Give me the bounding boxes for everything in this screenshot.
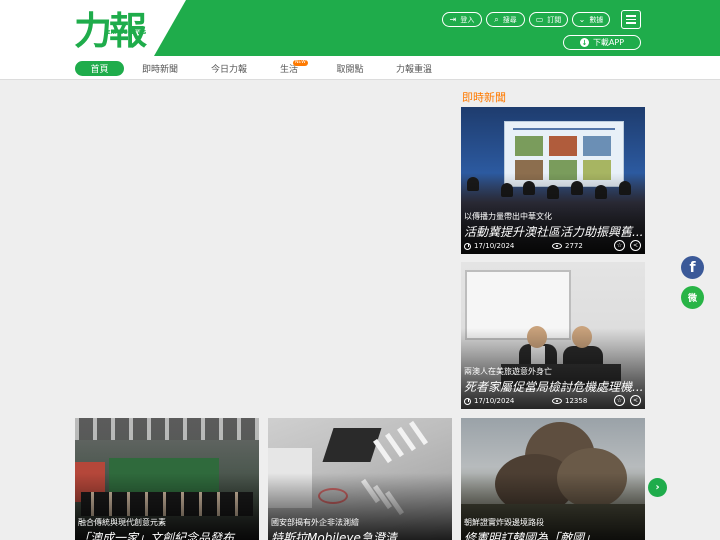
share-icon[interactable]: < <box>630 240 641 251</box>
facebook-icon[interactable]: f <box>681 256 704 279</box>
image-detail <box>583 136 611 156</box>
download-icon: ↓ <box>579 38 589 47</box>
news-card[interactable]: 朝鮮證實炸毀邊境路段 修憲明訂韓國為「敵國」 <box>461 418 645 540</box>
wechat-icon[interactable]: 微 <box>681 286 704 309</box>
image-detail <box>515 136 543 156</box>
news-headline[interactable]: 修憲明訂韓國為「敵國」 <box>464 529 642 540</box>
logo-subtext: EXMOO NEWS <box>107 30 147 36</box>
download-app-label: 下載APP <box>592 38 625 47</box>
eye-icon <box>552 243 562 249</box>
login-label: 登入 <box>460 15 475 24</box>
menu-button[interactable] <box>621 10 641 29</box>
image-truck <box>322 428 382 462</box>
news-headline[interactable]: 特斯拉Mobileye急澄清 <box>271 529 449 540</box>
news-category: 以傳播力量帶出中華文化 <box>464 212 552 221</box>
news-views: 2772 <box>552 242 583 250</box>
nav-instant-news[interactable]: 即時新聞 <box>136 61 184 76</box>
search-icon: ⌕ <box>494 14 499 24</box>
news-views: 12358 <box>552 397 587 405</box>
nav-pickup-points[interactable]: 取閱點 <box>332 61 368 76</box>
section-title: 即時新聞 <box>462 91 506 104</box>
hamburger-line <box>626 18 636 21</box>
news-meta: 17/10/2024 2772 ☆ < <box>464 240 642 251</box>
news-card[interactable]: 以傳播力量帶出中華文化 活動冀提升澳社區活力助振興舊... 17/10/2024… <box>461 107 645 254</box>
news-views-text: 2772 <box>565 242 583 250</box>
news-views-text: 12358 <box>565 397 588 405</box>
search-button[interactable]: ⌕ 搜尋 <box>486 12 525 27</box>
news-category: 朝鮮證實炸毀邊境路段 <box>464 518 544 527</box>
site-logo[interactable]: 力報 <box>74 6 147 50</box>
news-date-text: 17/10/2024 <box>474 242 515 250</box>
subscribe-label: 訂閱 <box>547 15 562 24</box>
news-category: 融合傳統與現代創意元素 <box>78 518 166 527</box>
site-header: 力報 EXMOO NEWS ⇥ 登入 ⌕ 搜尋 ▭ 訂閱 ⌄ 數據 ↓ 下載AP… <box>0 0 720 56</box>
nav-today-paper[interactable]: 今日力報 <box>205 61 253 76</box>
download-app-button[interactable]: ↓ 下載APP <box>563 35 641 50</box>
new-badge: NEW <box>293 60 308 66</box>
news-card[interactable]: 國安部揭有外企非法測繪 特斯拉Mobileye急澄清 <box>268 418 452 540</box>
numbers-label: 數據 <box>589 15 604 24</box>
login-icon: ⇥ <box>449 14 457 24</box>
share-icon[interactable]: < <box>630 395 641 406</box>
star-icon[interactable]: ☆ <box>614 240 625 251</box>
search-label: 搜尋 <box>502 15 517 24</box>
news-card[interactable]: 融合傳統與現代創意元素 「澳成一家」文創紀念品發布 <box>75 418 259 540</box>
numbers-dropdown[interactable]: ⌄ 數據 <box>572 12 610 27</box>
nav-home[interactable]: 首頁 <box>75 61 124 76</box>
chevron-right-icon[interactable]: › <box>648 478 667 497</box>
chevron-down-icon: ⌄ <box>578 14 586 24</box>
news-category: 國安部揭有外企非法測繪 <box>271 518 359 527</box>
news-headline[interactable]: 活動冀提升澳社區活力助振興舊... <box>464 223 642 240</box>
news-date: 17/10/2024 <box>464 242 514 250</box>
clock-icon <box>464 397 471 405</box>
image-detail <box>549 136 577 156</box>
eye-icon <box>552 398 562 404</box>
login-button[interactable]: ⇥ 登入 <box>442 12 482 27</box>
clock-icon <box>464 242 471 250</box>
hamburger-line <box>626 22 636 24</box>
news-headline[interactable]: 死者家屬促當局檢討危機處理機... <box>464 378 642 395</box>
news-date: 17/10/2024 <box>464 397 514 405</box>
nav-archive[interactable]: 力報重溫 <box>391 61 437 76</box>
news-headline[interactable]: 「澳成一家」文創紀念品發布 <box>78 529 256 540</box>
subscribe-icon: ▭ <box>535 14 544 24</box>
news-card[interactable]: 兩澳人在美旅遊意外身亡 死者家屬促當局檢討危機處理機... 17/10/2024… <box>461 262 645 409</box>
image-lights <box>75 418 259 440</box>
news-meta: 17/10/2024 12358 ☆ < <box>464 395 642 406</box>
news-date-text: 17/10/2024 <box>474 397 515 405</box>
news-category: 兩澳人在美旅遊意外身亡 <box>464 367 552 376</box>
star-icon[interactable]: ☆ <box>614 395 625 406</box>
main-nav: 首頁 即時新聞 今日力報 生活 取閱點 力報重溫 <box>0 56 720 80</box>
image-detail <box>513 128 615 130</box>
subscribe-button[interactable]: ▭ 訂閱 <box>529 12 568 27</box>
hamburger-icon <box>626 15 636 17</box>
